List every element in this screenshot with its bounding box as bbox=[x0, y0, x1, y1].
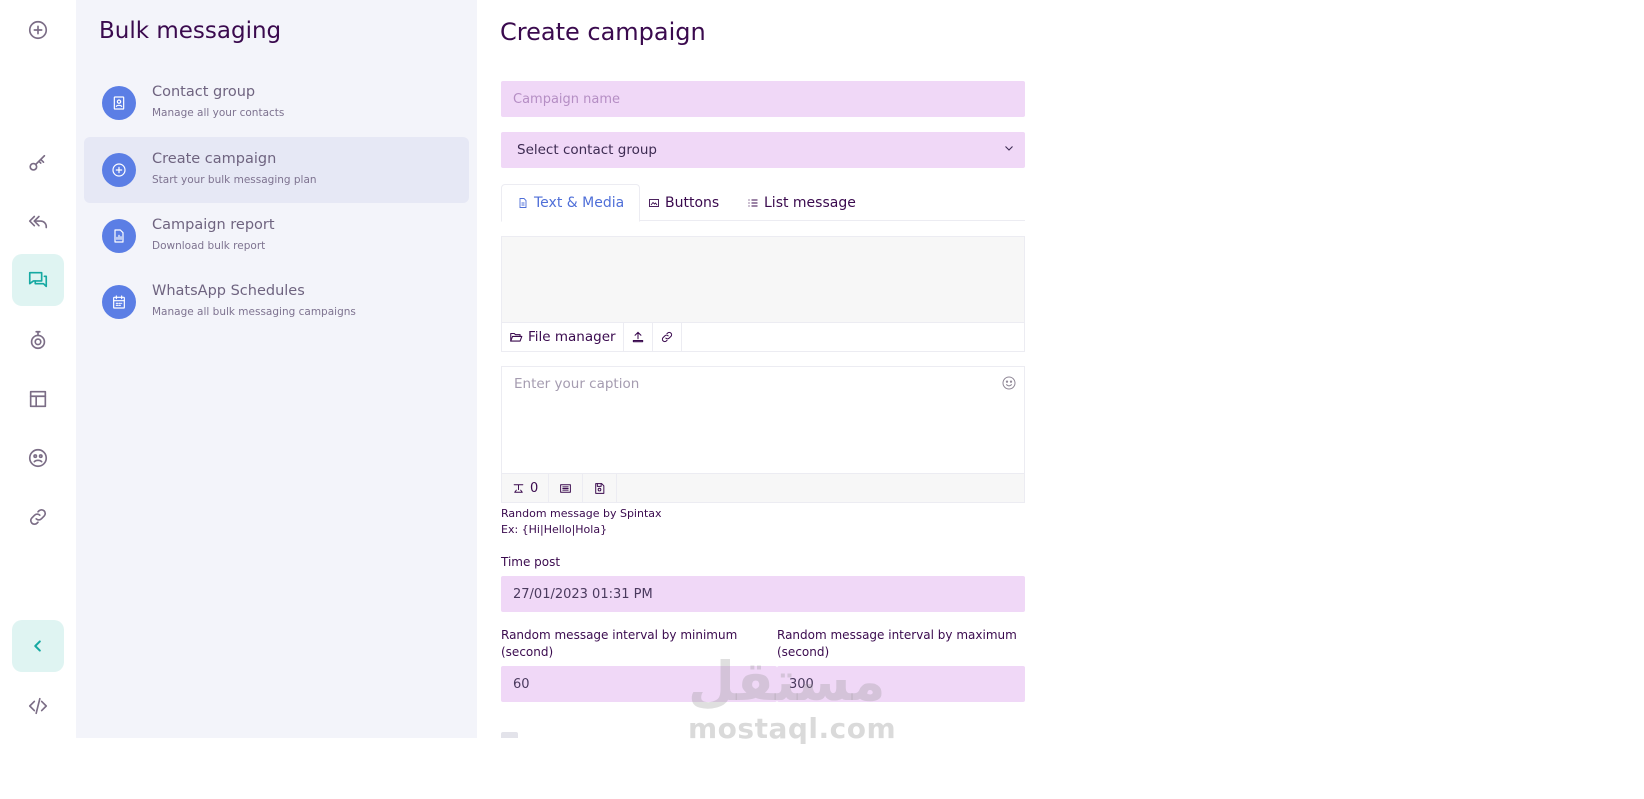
sidebar-item-desc: Download bulk report bbox=[152, 240, 266, 252]
caption-editor: 0 bbox=[501, 366, 1025, 503]
tab-label: Text & Media bbox=[534, 195, 625, 211]
calendar-icon bbox=[102, 285, 136, 319]
emoji-icon[interactable] bbox=[12, 432, 64, 484]
link-icon[interactable] bbox=[12, 491, 64, 543]
reply-all-icon[interactable] bbox=[12, 196, 64, 248]
emoji-picker-icon[interactable] bbox=[1001, 375, 1017, 391]
interval-max-input[interactable]: 300 bbox=[777, 666, 1025, 702]
contact-group-select[interactable]: Select contact group bbox=[501, 132, 1025, 168]
document-icon bbox=[519, 198, 527, 208]
sidebar-item-campaign-report[interactable]: Campaign report Download bulk report bbox=[84, 203, 469, 269]
text-spin-icon bbox=[513, 483, 524, 493]
save-caption-button[interactable] bbox=[583, 474, 618, 502]
tab-list-message[interactable]: List message bbox=[747, 184, 856, 221]
icon-rail bbox=[0, 0, 76, 740]
message-type-tabs: Text & Media Buttons List message bbox=[501, 184, 1025, 222]
contact-book-icon bbox=[102, 86, 136, 120]
key-icon[interactable] bbox=[12, 138, 64, 190]
tab-label: List message bbox=[764, 194, 856, 211]
sidebar-title: Bulk messaging bbox=[99, 18, 282, 44]
sidebar-item-desc: Manage all bulk messaging campaigns bbox=[152, 306, 356, 318]
sidebar-item-desc: Start your bulk messaging plan bbox=[152, 174, 317, 186]
folder-open-icon bbox=[510, 332, 523, 342]
interval-max-value: 300 bbox=[789, 676, 814, 692]
link-icon bbox=[661, 331, 672, 343]
file-manager-button[interactable]: File manager bbox=[502, 323, 624, 351]
time-post-value: 27/01/2023 01:31 PM bbox=[513, 586, 653, 602]
link-media-button[interactable] bbox=[653, 323, 682, 351]
time-post-input[interactable]: 27/01/2023 01:31 PM bbox=[501, 576, 1025, 612]
media-preview-area[interactable]: File manager bbox=[501, 236, 1025, 352]
plus-circle-icon bbox=[102, 153, 136, 187]
add-circle-icon[interactable] bbox=[12, 4, 64, 56]
save-icon bbox=[595, 482, 605, 494]
spintax-hint: Random message by Spintax bbox=[501, 507, 662, 520]
sidebar-item-label: Campaign report bbox=[152, 217, 275, 233]
upload-icon bbox=[632, 331, 643, 343]
sidebar-item-label: WhatsApp Schedules bbox=[152, 283, 305, 299]
robot-icon[interactable] bbox=[12, 314, 64, 366]
list-icon bbox=[748, 199, 758, 206]
sidebar-item-create-campaign[interactable]: Create campaign Start your bulk messagin… bbox=[84, 137, 469, 203]
spintax-counter-button[interactable]: 0 bbox=[502, 474, 550, 502]
interval-min-label: Random message interval by minimum (seco… bbox=[501, 628, 738, 659]
chevron-down-icon bbox=[1003, 142, 1015, 158]
caption-counter: 0 bbox=[530, 480, 539, 496]
sidebar-item-desc: Manage all your contacts bbox=[152, 107, 285, 119]
tab-buttons[interactable]: Buttons bbox=[648, 184, 719, 221]
sidebar-item-contact-group[interactable]: Contact group Manage all your contacts bbox=[84, 70, 469, 136]
interval-max-label: Random message interval by maximum (seco… bbox=[777, 628, 1017, 659]
caption-input[interactable] bbox=[502, 367, 1024, 474]
report-icon bbox=[102, 219, 136, 253]
campaign-name-input[interactable] bbox=[501, 81, 1025, 117]
create-campaign-form: Create campaign Select contact group Tex… bbox=[477, 0, 1544, 740]
template-button[interactable] bbox=[549, 474, 584, 502]
time-post-label: Time post bbox=[501, 555, 561, 569]
sidebar-item-label: Contact group bbox=[152, 84, 256, 100]
page-title: Create campaign bbox=[500, 18, 706, 46]
bulk-messaging-sidebar: Bulk messaging Contact group Manage all … bbox=[76, 0, 477, 740]
sidebar-item-label: Create campaign bbox=[152, 151, 277, 167]
chat-icon[interactable] bbox=[12, 254, 64, 306]
tab-text-media[interactable]: Text & Media bbox=[501, 184, 641, 222]
page-bottom-margin bbox=[0, 738, 1544, 799]
spintax-example: Ex: {Hi|Hello|Hola} bbox=[501, 523, 608, 536]
interval-min-value: 60 bbox=[513, 676, 530, 692]
upload-button[interactable] bbox=[624, 323, 653, 351]
caption-toolbar: 0 bbox=[502, 473, 1024, 502]
contact-group-select-value: Select contact group bbox=[517, 142, 657, 158]
file-manager-label: File manager bbox=[528, 329, 616, 345]
image-icon bbox=[649, 198, 659, 207]
chevron-left-icon[interactable] bbox=[12, 620, 64, 672]
sidebar-item-whatsapp-schedules[interactable]: WhatsApp Schedules Manage all bulk messa… bbox=[84, 269, 469, 335]
list-alt-icon bbox=[560, 483, 572, 493]
tab-label: Buttons bbox=[665, 194, 720, 211]
interval-min-input[interactable]: 60 bbox=[501, 666, 777, 702]
media-toolbar: File manager bbox=[502, 322, 1024, 351]
code-icon[interactable] bbox=[12, 680, 64, 732]
layout-icon[interactable] bbox=[12, 373, 64, 425]
